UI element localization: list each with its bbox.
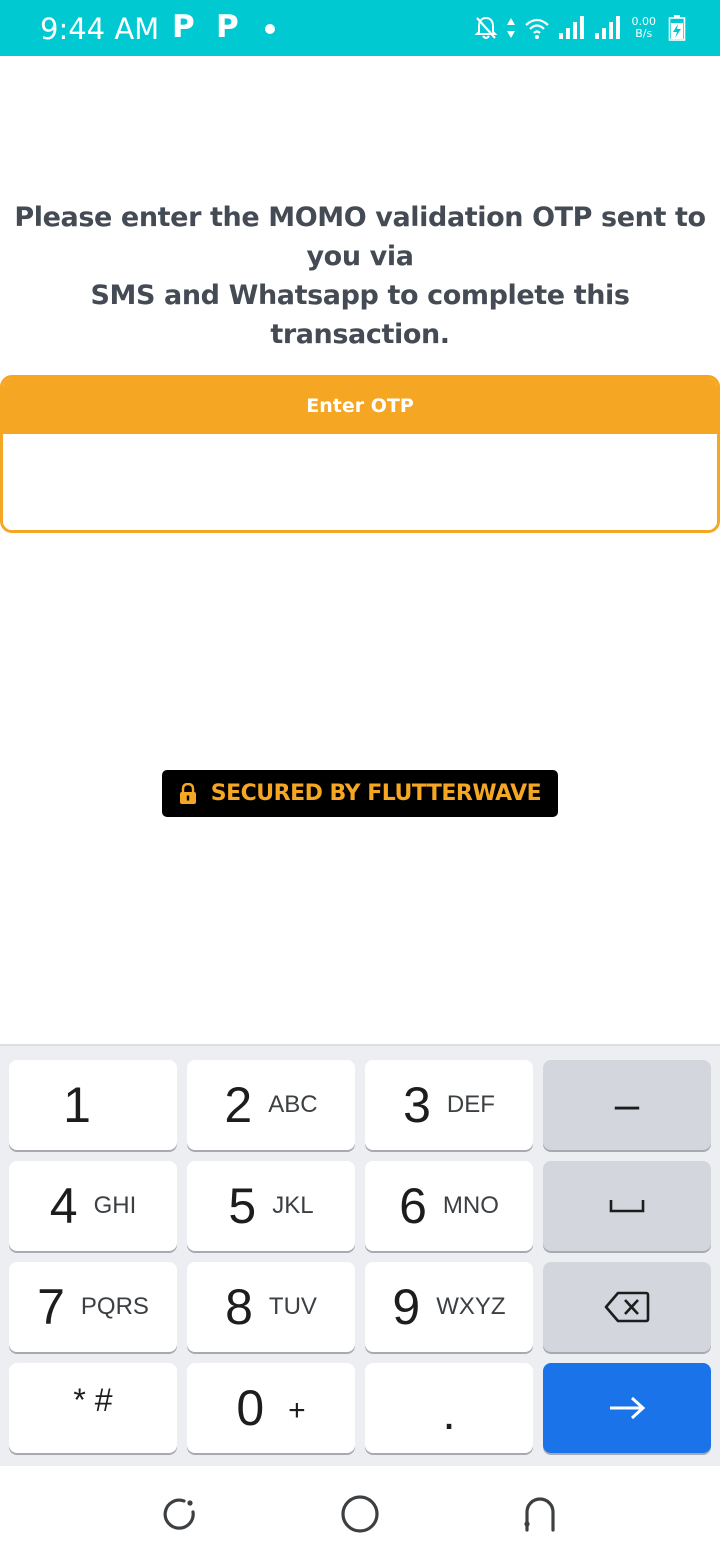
key-5[interactable]: 5 JKL [187, 1161, 355, 1251]
home-icon [341, 1495, 379, 1533]
back-icon [524, 1497, 555, 1532]
key-number: 2 [224, 1077, 253, 1133]
key-letters: JKL [272, 1192, 314, 1219]
key-letters: MNO [442, 1192, 499, 1219]
key-8[interactable]: 8 TUV [187, 1262, 355, 1352]
data-arrows-icon [506, 18, 515, 38]
otp-header: Enter OTP [3, 378, 717, 434]
key-letters: TUV [268, 1293, 317, 1320]
instruction-line-1: Please enter the MOMO validation OTP sen… [14, 202, 706, 272]
otp-instruction: Please enter the MOMO validation OTP sen… [0, 198, 720, 354]
key-3[interactable]: 3 DEF [365, 1060, 533, 1150]
key-symbols-label: * # [73, 1381, 113, 1418]
numeric-keyboard: 1 2 ABC 3 DEF – 4 GHI 5 JKL 6 MNO 7 PQRS… [0, 1044, 720, 1466]
back-button[interactable] [516, 1490, 564, 1538]
space-icon [609, 1200, 645, 1213]
network-speed-unit: B/s [635, 27, 653, 40]
key-number: 5 [228, 1178, 257, 1234]
key-number: 8 [225, 1279, 253, 1335]
signal-strength-icon [594, 16, 620, 39]
status-time: 9:44 AM [40, 12, 160, 46]
wifi-icon [524, 18, 549, 39]
system-nav-bar [0, 1466, 720, 1560]
key-number: 3 [403, 1077, 431, 1133]
key-1[interactable]: 1 [9, 1060, 177, 1150]
mute-bell-icon [474, 16, 497, 39]
notification-p-icon: P [172, 9, 195, 45]
key-2[interactable]: 2 ABC [187, 1060, 355, 1150]
key-letters: PQRS [80, 1293, 149, 1320]
key-7[interactable]: 7 PQRS [9, 1262, 177, 1352]
arrow-right-icon [610, 1396, 646, 1420]
key-letters: DEF [446, 1091, 495, 1118]
lock-icon [179, 782, 196, 804]
recent-apps-icon [163, 1498, 195, 1530]
backspace-icon [604, 1291, 650, 1323]
key-number: 4 [49, 1178, 78, 1234]
key-letters: ABC [268, 1091, 318, 1118]
key-letters: WXYZ [436, 1293, 506, 1320]
otp-card: Enter OTP [0, 375, 720, 533]
key-period[interactable]: . [365, 1363, 533, 1453]
key-number: 6 [399, 1178, 427, 1234]
key-space[interactable] [543, 1161, 711, 1251]
status-icons: 0.00 B/s [474, 12, 687, 44]
key-number: 1 [63, 1077, 91, 1133]
key-minus-label: – [614, 1080, 640, 1129]
notification-p-icon: P [216, 9, 239, 45]
secured-badge: SECURED BY FLUTTERWAVE [162, 770, 558, 817]
secured-label: SECURED BY FLUTTERWAVE [210, 781, 542, 806]
key-number: 9 [392, 1279, 421, 1335]
key-number: 0 [236, 1380, 265, 1436]
battery-charging-icon [668, 15, 686, 41]
key-backspace[interactable] [543, 1262, 711, 1352]
key-4[interactable]: 4 GHI [9, 1161, 177, 1251]
instruction-line-2: SMS and Whatsapp to complete this transa… [90, 280, 630, 350]
status-bar: 9:44 AM P P 0.00 B/s [0, 0, 720, 56]
key-period-label: . [442, 1386, 456, 1440]
key-plus: + [288, 1394, 306, 1427]
key-number: 7 [37, 1279, 65, 1335]
key-minus[interactable]: – [543, 1060, 711, 1150]
key-6[interactable]: 6 MNO [365, 1161, 533, 1251]
network-speed: 0.00 B/s [632, 16, 657, 40]
more-notifications-dot-icon [265, 24, 275, 34]
key-enter[interactable] [543, 1363, 711, 1453]
otp-input[interactable] [3, 434, 717, 530]
recent-apps-button[interactable] [156, 1490, 204, 1538]
key-9[interactable]: 9 WXYZ [365, 1262, 533, 1352]
key-0[interactable]: 0 + [187, 1363, 355, 1453]
signal-strength-icon [558, 16, 584, 39]
home-button[interactable] [336, 1490, 384, 1538]
key-letters: GHI [93, 1192, 137, 1219]
key-symbols[interactable]: * # [9, 1363, 177, 1453]
